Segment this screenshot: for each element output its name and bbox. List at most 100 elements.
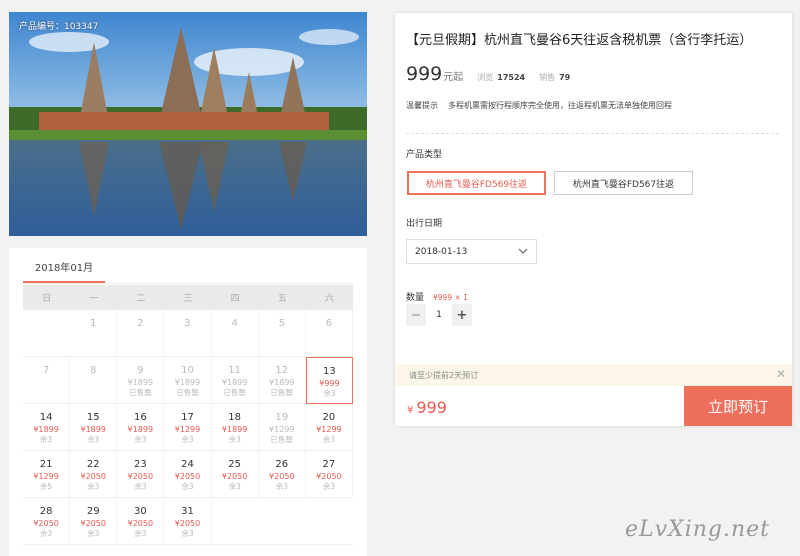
day-num: 29 <box>86 506 100 517</box>
weekday-header: 五 <box>258 285 306 310</box>
day-num: 13 <box>323 366 336 377</box>
day-stock <box>259 529 306 539</box>
day-price <box>117 331 163 341</box>
day-price: ¥999 <box>319 379 340 388</box>
day-price: ¥1299 <box>269 425 295 434</box>
price-calendar: 2018年01月 日一二三四五六 1 2 3 4 5 6 7 8 9 ¥1899 已售罄 10 ¥1899… <box>9 248 367 556</box>
day-price: ¥1899 <box>269 378 295 387</box>
quantity-minus-button[interactable]: − <box>406 304 426 326</box>
day-num: 30 <box>133 506 147 517</box>
day-stock: 已售罄 <box>176 388 199 397</box>
quantity-plus-button[interactable]: + <box>452 304 472 326</box>
month-tab[interactable]: 2018年01月 <box>23 260 105 284</box>
calendar-day-30[interactable]: 30 ¥2050 余3 <box>117 498 165 545</box>
day-num: 12 <box>275 365 289 376</box>
calendar-day-10: 10 ¥1899 已售罄 <box>164 357 212 404</box>
book-now-button[interactable]: 立即预订 <box>684 386 792 426</box>
calendar-day-24[interactable]: 24 ¥2050 余3 <box>164 451 212 498</box>
close-icon[interactable]: ✕ <box>776 367 786 381</box>
calendar-day-1: 1 <box>70 310 118 357</box>
day-price: ¥2050 <box>316 472 342 481</box>
day-num <box>259 506 306 519</box>
calendar-day-31[interactable]: 31 ¥2050 余3 <box>164 498 212 545</box>
day-price: ¥2050 <box>127 472 154 481</box>
day-num: 4 <box>231 318 238 329</box>
day-price <box>23 331 70 341</box>
calendar-day-16[interactable]: 16 ¥1899 余3 <box>117 404 165 451</box>
day-stock: 已售罄 <box>270 388 294 397</box>
day-num <box>306 506 353 519</box>
day-num: 2 <box>137 318 144 329</box>
day-num: 26 <box>275 459 289 470</box>
weekday-header: 二 <box>117 285 165 310</box>
calendar-day-21[interactable]: 21 ¥1299 余5 <box>23 451 71 498</box>
day-num: 1 <box>90 318 97 329</box>
calendar-day-20[interactable]: 20 ¥1299 余3 <box>305 404 353 451</box>
day-stock: 余3 <box>181 529 194 538</box>
day-price: ¥2050 <box>127 519 154 528</box>
quantity-value[interactable]: 1 <box>426 304 452 326</box>
day-stock: 余3 <box>87 482 100 491</box>
day-price: ¥2050 <box>80 519 106 528</box>
day-price: ¥2050 <box>80 472 106 481</box>
views-count: 17524 <box>497 73 526 82</box>
calendar-day-17[interactable]: 17 ¥1299 余3 <box>164 404 212 451</box>
calendar-day-22[interactable]: 22 ¥2050 余3 <box>70 451 118 498</box>
day-num: 9 <box>137 365 144 376</box>
notice-text: 请至少提前2天预订 <box>409 370 479 380</box>
quantity-label-row: 数量 ¥999 × 1 <box>406 290 468 303</box>
price-value: 999 <box>406 63 443 85</box>
weekday-header: 一 <box>70 285 118 310</box>
calendar-day-29[interactable]: 29 ¥2050 余3 <box>70 498 118 545</box>
day-price: ¥2050 <box>269 472 295 481</box>
day-price <box>164 331 210 341</box>
day-stock <box>212 341 258 351</box>
day-num <box>212 506 259 519</box>
day-price <box>306 519 353 529</box>
day-stock: 余3 <box>134 435 147 444</box>
calendar-day-26[interactable]: 26 ¥2050 余3 <box>258 451 306 498</box>
travel-date-label: 出行日期 <box>406 219 443 229</box>
product-type-option-fd569[interactable]: 杭州直飞曼谷FD569往返 <box>407 171 546 195</box>
calendar-day-14[interactable]: 14 ¥1899 余3 <box>23 404 71 451</box>
day-num <box>23 318 70 331</box>
calendar-day-empty <box>258 498 306 545</box>
chevron-down-icon <box>518 248 528 254</box>
day-stock <box>117 341 163 351</box>
day-price: ¥1899 <box>127 425 154 434</box>
calendar-day-4: 4 <box>211 310 259 357</box>
day-stock: 余3 <box>323 389 336 398</box>
tip-row: 温馨提示 多程机票需按行程顺序完全使用，往返程机票无法单独使用回程 <box>406 100 672 111</box>
travel-date-select[interactable]: 2018-01-13 <box>406 239 537 264</box>
product-type-option-fd567[interactable]: 杭州直飞曼谷FD567往返 <box>554 171 693 195</box>
day-price: ¥1899 <box>221 378 248 387</box>
day-num: 16 <box>133 412 147 423</box>
day-stock: 已售罄 <box>129 388 152 397</box>
day-stock: 余3 <box>228 435 241 444</box>
calendar-day-15[interactable]: 15 ¥1899 余3 <box>70 404 118 451</box>
day-price: ¥1899 <box>80 425 106 434</box>
total-currency: ¥ <box>407 405 414 416</box>
calendar-grid: 日一二三四五六 1 2 3 4 5 6 7 8 9 ¥1899 已售罄 10 ¥1899 已售罄 11 ¥189… <box>23 285 353 545</box>
day-num: 21 <box>39 459 53 470</box>
calendar-day-13[interactable]: 13 ¥999 余3 <box>305 357 353 404</box>
calendar-day-18[interactable]: 18 ¥1899 余3 <box>211 404 259 451</box>
calendar-day-3: 3 <box>164 310 212 357</box>
day-stock <box>23 388 69 398</box>
views-label: 浏览 <box>477 73 494 82</box>
day-price <box>306 331 352 341</box>
day-num: 8 <box>90 365 97 376</box>
day-price: ¥1299 <box>33 472 59 481</box>
calendar-day-8: 8 <box>70 357 118 404</box>
calendar-day-28[interactable]: 28 ¥2050 余3 <box>23 498 71 545</box>
quantity-label: 数量 <box>406 293 425 303</box>
calendar-day-27[interactable]: 27 ¥2050 余3 <box>305 451 353 498</box>
calendar-day-25[interactable]: 25 ¥2050 余3 <box>211 451 259 498</box>
divider <box>406 133 779 134</box>
calendar-day-empty <box>23 310 71 357</box>
calendar-day-23[interactable]: 23 ¥2050 余3 <box>117 451 165 498</box>
day-price <box>259 331 305 341</box>
day-stock: 余3 <box>322 482 336 491</box>
travel-date-value: 2018-01-13 <box>415 246 468 257</box>
tip-label: 温馨提示 <box>406 101 438 110</box>
